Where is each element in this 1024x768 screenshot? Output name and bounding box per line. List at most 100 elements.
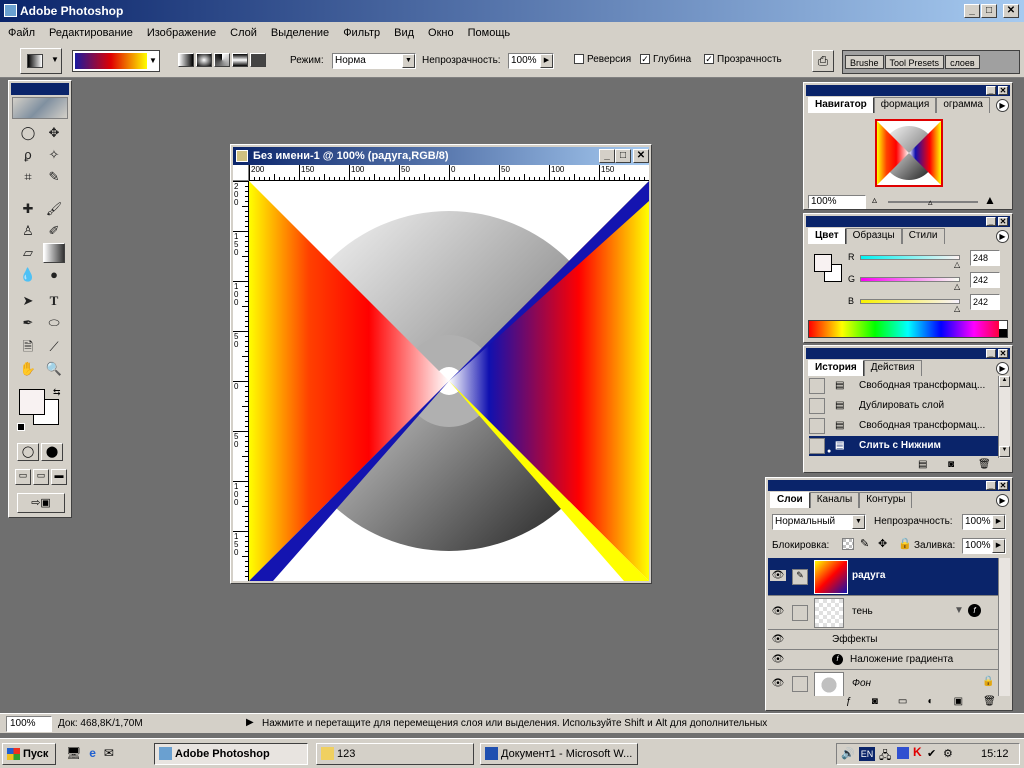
lock-transparency-icon[interactable] xyxy=(842,538,854,550)
color-tab[interactable]: Цвет xyxy=(808,228,846,244)
lasso-icon[interactable]: ϼ xyxy=(17,145,39,165)
jump-to-imageready-button[interactable]: ⇨▣ xyxy=(17,493,65,513)
fill-field[interactable]: 100% ▶ xyxy=(962,538,1006,554)
g-field[interactable]: 242 xyxy=(970,272,1000,288)
zoom-in-icon[interactable]: ▲ xyxy=(984,193,996,207)
doc-close-button[interactable]: ✕ xyxy=(633,149,649,163)
marquee-icon[interactable]: ◯ xyxy=(17,123,39,143)
default-colors-icon[interactable] xyxy=(17,423,25,431)
eyedropper-icon[interactable]: ⟋ xyxy=(43,337,65,357)
panel-close-button[interactable]: ✕ xyxy=(998,349,1008,358)
volume-icon[interactable]: 🔊 xyxy=(841,747,855,760)
blur-icon[interactable]: 💧 xyxy=(17,265,39,285)
eye-icon[interactable]: 👁 xyxy=(770,570,786,581)
palette-well-tab[interactable]: слоев xyxy=(945,55,980,69)
gradient-tool-button[interactable] xyxy=(43,243,65,263)
panel-minimize-button[interactable]: _ xyxy=(986,86,996,95)
notes-icon[interactable]: 🗎 xyxy=(17,337,39,357)
dither-checkbox[interactable]: ✓ Глубина xyxy=(640,54,691,65)
eye-icon[interactable]: 👁 xyxy=(770,654,786,665)
eye-icon[interactable]: 👁 xyxy=(770,678,786,689)
snapshot-icon[interactable]: ◙ xyxy=(948,459,954,470)
diamond-gradient-button[interactable] xyxy=(250,53,266,67)
palette-well-tab[interactable]: Brushe xyxy=(845,55,884,69)
scroll-down-icon[interactable]: ▼ xyxy=(999,446,1010,457)
magic-wand-icon[interactable]: ✧ xyxy=(43,145,65,165)
b-slider-thumb[interactable]: △ xyxy=(954,304,960,313)
radial-gradient-button[interactable] xyxy=(196,53,212,67)
tool-preset-picker[interactable]: ▼ xyxy=(20,48,62,74)
panel-minimize-button[interactable]: _ xyxy=(986,217,996,226)
doc-minimize-button[interactable]: _ xyxy=(599,149,615,163)
vertical-ruler[interactable]: 200 150 100 50 0 50 100 150 xyxy=(233,181,249,581)
color-spectrum-bar[interactable] xyxy=(808,320,1008,338)
panel-menu-icon[interactable]: ▶ xyxy=(996,99,1009,112)
history-tab[interactable]: Действия xyxy=(863,360,922,376)
history-item[interactable]: ▤ Дублировать слой xyxy=(809,396,999,416)
history-tab[interactable]: История xyxy=(808,360,864,376)
color-fg-swatch[interactable] xyxy=(814,254,832,272)
history-source-box[interactable] xyxy=(809,418,825,434)
layers-scrollbar[interactable] xyxy=(998,558,1010,696)
g-slider[interactable] xyxy=(860,277,960,282)
lock-move-icon[interactable]: ✥ xyxy=(878,537,887,550)
layer-row-raduga[interactable]: 👁 ✎ радуга xyxy=(768,558,998,596)
palette-well-tab[interactable]: Tool Presets xyxy=(884,55,945,69)
status-menu-arrow-icon[interactable]: ▶ xyxy=(246,717,254,728)
zoom-icon[interactable]: 🔍 xyxy=(43,359,65,379)
brush-link-icon[interactable]: ✎ xyxy=(792,569,808,585)
history-item[interactable]: ▤ Свободная трансформац... xyxy=(809,376,999,396)
eye-icon[interactable]: 👁 xyxy=(770,634,786,645)
menu-item[interactable]: Редактирование xyxy=(47,27,135,39)
reflected-gradient-button[interactable] xyxy=(232,53,248,67)
panel-menu-icon[interactable]: ▶ xyxy=(996,230,1009,243)
menu-item[interactable]: Окно xyxy=(426,27,456,39)
stamp-icon[interactable]: ♙ xyxy=(17,221,39,241)
close-button[interactable]: ✕ xyxy=(1003,4,1019,18)
blend-mode-select[interactable]: Нормальный ▼ xyxy=(772,514,866,530)
trash-icon[interactable]: 🗑 xyxy=(978,459,991,470)
brush-icon[interactable]: 🖌 xyxy=(43,199,65,219)
antivirus-icon[interactable]: K xyxy=(913,745,922,759)
r-slider[interactable] xyxy=(860,255,960,260)
panel-menu-icon[interactable]: ▶ xyxy=(996,494,1009,507)
ruler-corner[interactable] xyxy=(233,165,249,181)
mode-select[interactable]: Норма ▼ xyxy=(332,53,416,69)
new-layer-icon[interactable]: ▣ xyxy=(954,696,963,710)
history-item[interactable]: ▤ Свободная трансформац... xyxy=(809,416,999,436)
path-select-icon[interactable]: ➤ xyxy=(17,291,39,311)
link-box[interactable] xyxy=(792,676,808,692)
screen-mode-full-button[interactable]: ▬ xyxy=(51,469,67,485)
panel-menu-icon[interactable]: ▶ xyxy=(996,362,1009,375)
navigator-zoom-field[interactable]: 100% xyxy=(808,195,866,209)
dodge-icon[interactable]: ● xyxy=(43,265,65,285)
menu-item[interactable]: Помощь xyxy=(466,27,513,39)
status-zoom-field[interactable]: 100% xyxy=(6,716,52,732)
screen-mode-standard-button[interactable]: ▭ xyxy=(15,469,31,485)
minimize-button[interactable]: _ xyxy=(964,4,980,18)
internet-explorer-icon[interactable]: e xyxy=(89,746,96,764)
tray-app-icon[interactable] xyxy=(897,747,909,759)
maximize-button[interactable]: □ xyxy=(981,4,997,18)
start-button[interactable]: Пуск xyxy=(2,743,56,765)
zoom-out-icon[interactable]: ▵ xyxy=(872,195,877,206)
b-field[interactable]: 242 xyxy=(970,294,1000,310)
add-style-icon[interactable]: ƒ xyxy=(846,696,852,710)
move-icon[interactable]: ✥ xyxy=(43,123,65,143)
menu-item[interactable]: Вид xyxy=(392,27,416,39)
linear-gradient-button[interactable] xyxy=(178,53,194,67)
new-document-from-state-icon[interactable]: ▤ xyxy=(918,459,927,470)
menu-item[interactable]: Выделение xyxy=(269,27,331,39)
foreground-color-swatch[interactable] xyxy=(19,389,45,415)
layer-row-fon[interactable]: 👁 Фон 🔒 xyxy=(768,670,998,696)
add-mask-icon[interactable]: ◙ xyxy=(872,696,878,710)
menu-item[interactable]: Файл xyxy=(6,27,37,39)
feather-logo-icon[interactable] xyxy=(12,97,68,119)
color-tab[interactable]: Стили xyxy=(901,228,945,244)
layers-tab[interactable]: Каналы xyxy=(809,492,860,508)
expand-effects-icon[interactable]: ▼ xyxy=(954,605,964,616)
navigator-tab[interactable]: ограмма xyxy=(936,97,990,113)
horizontal-ruler[interactable]: 200 150 100 50 0 50 100 150 xyxy=(249,165,649,181)
navigator-thumbnail[interactable] xyxy=(875,119,943,187)
panel-close-button[interactable]: ✕ xyxy=(998,86,1008,95)
